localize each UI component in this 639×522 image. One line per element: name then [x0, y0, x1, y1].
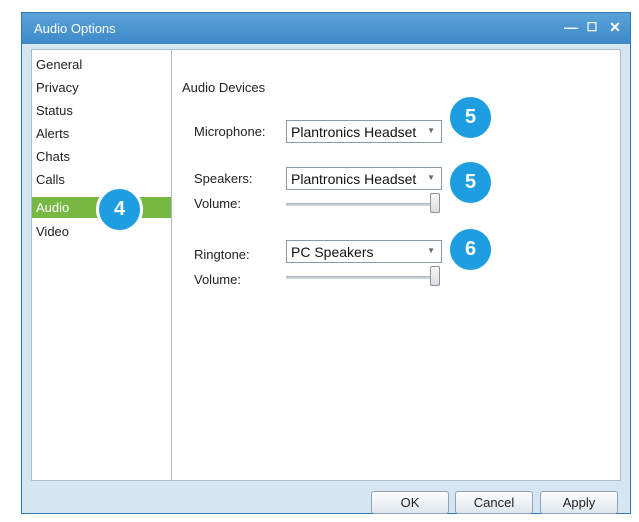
ringtone-label: Ringtone: [194, 247, 250, 262]
speakers-volume-label: Volume: [194, 196, 241, 211]
ok-button[interactable]: OK [371, 491, 449, 514]
microphone-select-value: Plantronics Headset [291, 124, 417, 140]
speakers-select-value: Plantronics Headset [291, 171, 417, 187]
sidebar-item-alerts[interactable]: Alerts [32, 123, 171, 144]
speakers-volume-slider[interactable] [286, 193, 440, 215]
speakers-select[interactable]: Plantronics Headset ▼ [286, 167, 442, 190]
slider-thumb[interactable] [430, 266, 440, 286]
close-button[interactable]: ✕ [606, 18, 624, 36]
minimize-button[interactable]: — [562, 18, 580, 36]
maximize-button[interactable]: ☐ [583, 18, 601, 36]
options-sidebar: General Privacy Status Alerts Chats Call… [31, 49, 172, 481]
callout-badge-ringtone: 6 [447, 226, 494, 273]
slider-track [286, 203, 436, 206]
microphone-select[interactable]: Plantronics Headset ▼ [286, 120, 442, 143]
section-title: Audio Devices [182, 80, 266, 95]
ringtone-volume-slider[interactable] [286, 266, 440, 288]
ringtone-select-value: PC Speakers [291, 244, 374, 260]
chevron-down-icon: ▼ [427, 246, 435, 255]
callout-badge-speakers: 5 [447, 159, 494, 206]
callout-badge-audio: 4 [96, 186, 143, 233]
slider-thumb[interactable] [430, 193, 440, 213]
window-title: Audio Options [34, 21, 116, 36]
sidebar-item-general[interactable]: General [32, 54, 171, 75]
ringtone-select[interactable]: PC Speakers ▼ [286, 240, 442, 263]
sidebar-item-calls[interactable]: Calls [32, 169, 171, 190]
slider-track [286, 276, 436, 279]
apply-button[interactable]: Apply [540, 491, 618, 514]
audio-settings-panel: Audio Devices Microphone: Plantronics He… [172, 49, 621, 481]
sidebar-item-chats[interactable]: Chats [32, 146, 171, 167]
speakers-label: Speakers: [194, 171, 253, 186]
audio-options-window: Audio Options — ☐ ✕ General Privacy Stat… [21, 12, 631, 514]
title-bar[interactable]: Audio Options — ☐ ✕ [22, 13, 630, 44]
sidebar-item-status[interactable]: Status [32, 100, 171, 121]
sidebar-item-privacy[interactable]: Privacy [32, 77, 171, 98]
ringtone-volume-label: Volume: [194, 272, 241, 287]
callout-badge-microphone: 5 [447, 94, 494, 141]
cancel-button[interactable]: Cancel [455, 491, 533, 514]
chevron-down-icon: ▼ [427, 173, 435, 182]
chevron-down-icon: ▼ [427, 126, 435, 135]
microphone-label: Microphone: [194, 124, 266, 139]
